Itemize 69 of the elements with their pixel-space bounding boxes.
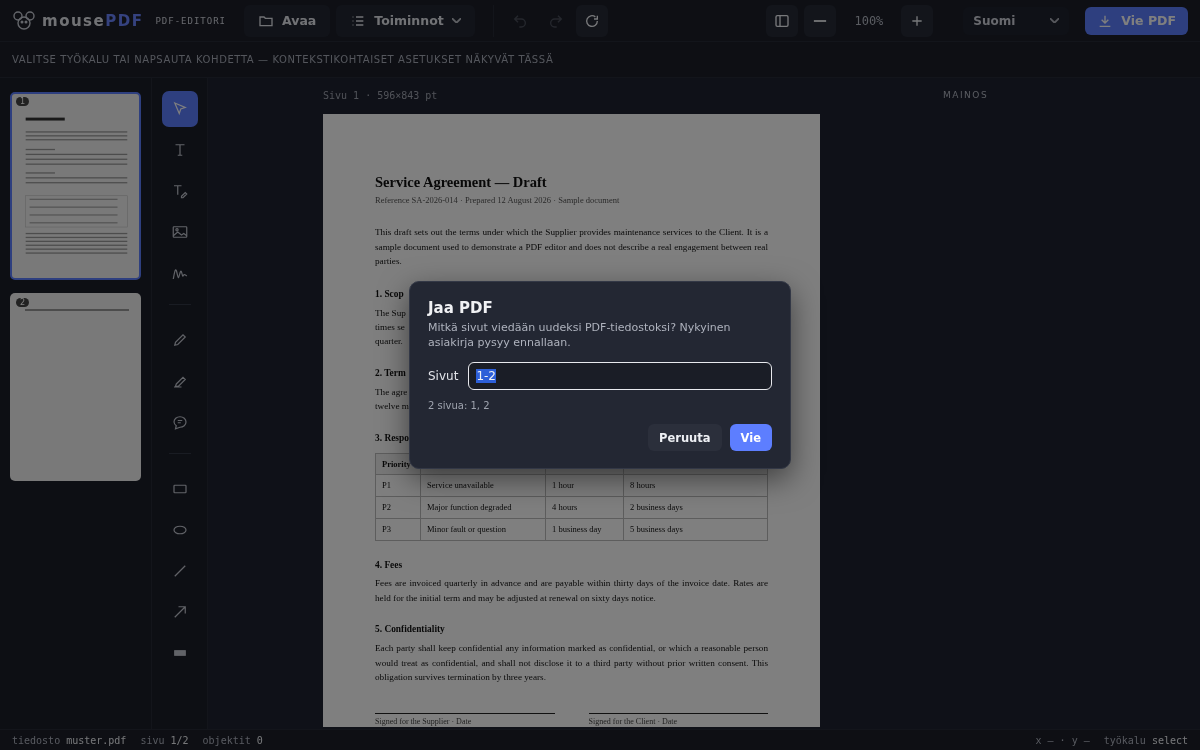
section-heading: 1. Scop (375, 288, 404, 299)
panel-icon (774, 12, 791, 29)
table-cell: 1 business day (545, 518, 624, 541)
app-logo: mousePDF (42, 11, 144, 30)
table-cell: Major function degraded (420, 496, 546, 519)
actions-menu-button[interactable]: Toiminnot (336, 4, 475, 37)
field-label: Sivut (428, 369, 459, 383)
paragraph: Fees are invoiced quarterly in advance and are payable within thirty days of the invoice date. Rates are held for the initial term and may be adjusted at renewal on sixty days notice. (375, 577, 768, 605)
page-size-label: Sivu 1 · 596×843 pt (323, 90, 438, 103)
undo-icon (511, 12, 528, 29)
status-item: objektit 0 (202, 734, 263, 746)
page-number-badge: 2 (16, 298, 30, 307)
paragraph: Each party shall keep confidential any information marked as confidential, or which a reasonable person would treat as confidential, and shall not disclose it to a third party without prior written consent. This obligation survives termination by three years. (375, 641, 768, 685)
table-cell: P1 (375, 474, 421, 497)
table-cell: 4 hours (545, 496, 624, 519)
table-cell: P2 (375, 496, 421, 519)
select-tool-button[interactable] (161, 91, 198, 127)
cancel-button[interactable]: Peruuta (648, 424, 722, 451)
section-heading: 5. Confidentiality (375, 623, 446, 637)
comment-icon (170, 413, 189, 431)
reload-button[interactable] (575, 4, 608, 37)
dialog-title: Jaa PDF (428, 299, 494, 317)
status-item: sivu 1/2 (140, 734, 189, 746)
field-hint: 2 sivua: 1, 2 (428, 400, 491, 411)
zoom-level: 100% (853, 13, 885, 28)
ad-label: MAINOS (943, 90, 989, 100)
export-confirm-button[interactable]: Vie (729, 424, 772, 451)
reload-icon (583, 12, 600, 29)
pages-input-field[interactable]: 1-2 (468, 362, 772, 390)
page-thumbnail[interactable]: 1 (10, 92, 141, 280)
status-item: tiedosto muster.pdf (12, 734, 127, 746)
paragraph-line: twelve m (375, 400, 409, 411)
page-thumbnail[interactable]: 2 (10, 293, 141, 481)
image-icon (170, 223, 189, 241)
table-cell: 2 business days (623, 496, 768, 519)
paragraph-line: times se (375, 321, 405, 332)
zoom-in-button[interactable] (901, 4, 934, 37)
app-subtitle: PDF-EDITORI (155, 15, 227, 26)
signature-label: Signed for the Client · Date (588, 716, 678, 726)
table-cell: 8 hours (623, 474, 768, 497)
document-meta: Reference SA-2026-014 · Prepared 12 August 2026 · Sample document (375, 195, 621, 206)
cursor-coordinates: x – · y – (1035, 734, 1090, 746)
paragraph: This draft sets out the terms under which the Supplier provides maintenance services to the Client. It is a sample document used to demonstrate a PDF editor and does not describe a real engagement between real parties. (375, 226, 768, 269)
section-heading: 3. Respo (375, 432, 409, 443)
sidebar-toggle-button[interactable] (766, 4, 799, 37)
redo-icon (547, 12, 564, 29)
paragraph-line: quarter. (375, 335, 403, 346)
dialog-description: Mitkä sivut viedään uudeksi PDF-tiedostoksi? Nykyinen asiakirja pysyy ennallaan. (428, 320, 732, 350)
zoom-out-button[interactable] (804, 4, 837, 37)
caret-icon (451, 18, 461, 23)
table-cell: 5 business days (623, 518, 768, 541)
section-heading: 4. Fees (375, 558, 404, 572)
table-cell: P3 (375, 518, 421, 541)
status-item: työkalu select (1103, 734, 1188, 746)
caret-icon (1050, 18, 1060, 23)
table-cell: Minor fault or question (420, 518, 546, 541)
document-title: Service Agreement — Draft (375, 174, 548, 191)
signature-label: Signed for the Supplier · Date (375, 716, 472, 726)
table-cell: Service unavailable (420, 474, 546, 497)
table-cell: 1 hour (545, 474, 624, 497)
mouse-icon (12, 8, 36, 33)
export-button[interactable]: Vie PDF (1085, 6, 1188, 35)
paragraph-line: The Sup (375, 307, 406, 318)
open-button[interactable]: Avaa (244, 4, 331, 37)
minus-icon (813, 19, 828, 22)
paragraph-line: The agre (375, 386, 408, 397)
page-number-badge: 1 (16, 97, 30, 106)
section-heading: 2. Term (375, 367, 406, 378)
context-hint: VALITSE TYÖKALU TAI NAPSAUTA KOHDETTA — KONTEKSTIKOHTAISET ASETUKSET NÄKYVÄT TÄSSÄ (12, 54, 554, 65)
